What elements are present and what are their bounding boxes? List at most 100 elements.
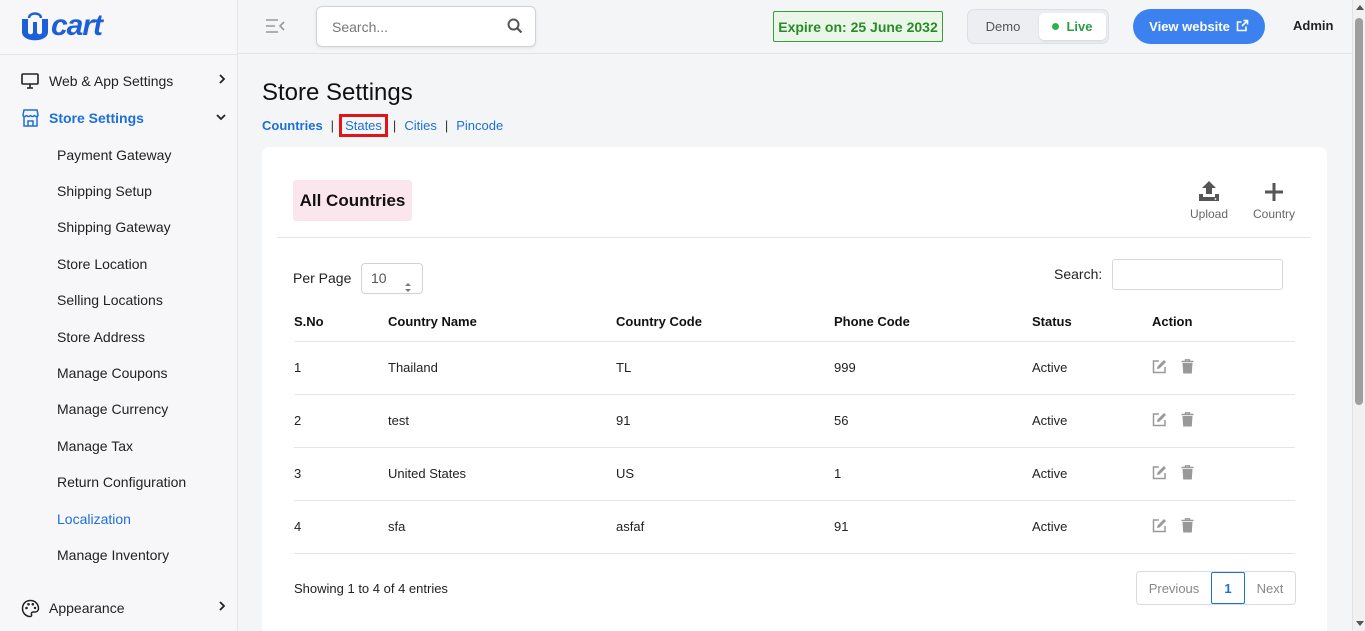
sidebar-subitem-shipping-gateway[interactable]: Shipping Gateway bbox=[57, 217, 171, 237]
collapse-menu-icon[interactable] bbox=[265, 18, 285, 34]
entries-info: Showing 1 to 4 of 4 entries bbox=[294, 581, 448, 596]
card-divider bbox=[277, 237, 1311, 238]
delete-icon[interactable] bbox=[1181, 517, 1194, 536]
column-header-action: Action bbox=[1152, 302, 1295, 342]
settings-tabs: Countries | States | Cities | Pincode bbox=[262, 114, 503, 137]
search-input[interactable] bbox=[332, 17, 492, 37]
countries-table: S.No Country Name Country Code Phone Cod… bbox=[294, 302, 1295, 554]
cell-phone-code: 1 bbox=[834, 447, 1032, 501]
cell-phone-code: 91 bbox=[834, 500, 1032, 554]
view-website-button[interactable]: View website bbox=[1133, 9, 1265, 44]
sidebar-subitem-store-location[interactable]: Store Location bbox=[57, 254, 147, 274]
sidebar-subitem-manage-currency[interactable]: Manage Currency bbox=[57, 399, 168, 419]
chevron-right-icon bbox=[218, 71, 226, 87]
page-title: Store Settings bbox=[262, 79, 413, 106]
sidebar-subitem-store-address[interactable]: Store Address bbox=[57, 327, 145, 347]
live-status-dot bbox=[1052, 23, 1060, 30]
upload-button[interactable]: Upload bbox=[1190, 178, 1228, 221]
brand-logo[interactable]: cart bbox=[20, 8, 103, 44]
sidebar-subitem-return-configuration[interactable]: Return Configuration bbox=[57, 472, 186, 492]
delete-icon[interactable] bbox=[1181, 464, 1194, 483]
global-search bbox=[316, 6, 536, 47]
pagination-previous[interactable]: Previous bbox=[1137, 572, 1211, 604]
sidebar-subitem-selling-locations[interactable]: Selling Locations bbox=[57, 290, 163, 310]
plus-icon bbox=[1264, 178, 1284, 202]
sidebar-subitem-manage-inventory[interactable]: Manage Inventory bbox=[57, 545, 169, 565]
edit-icon[interactable] bbox=[1152, 412, 1167, 430]
cell-status: Active bbox=[1032, 341, 1152, 395]
sidebar-subitem-manage-coupons[interactable]: Manage Coupons bbox=[57, 363, 168, 383]
cart-logo-icon bbox=[20, 10, 50, 42]
scroll-thumb[interactable] bbox=[1355, 18, 1363, 405]
cell-country-code: 91 bbox=[616, 394, 834, 448]
cell-sno: 2 bbox=[294, 394, 388, 448]
tab-countries[interactable]: Countries bbox=[262, 118, 323, 133]
sidebar-subitem-payment-gateway[interactable]: Payment Gateway bbox=[57, 145, 171, 165]
delete-icon[interactable] bbox=[1181, 358, 1194, 377]
cell-sno: 3 bbox=[294, 447, 388, 501]
column-header-country-name[interactable]: Country Name bbox=[388, 302, 616, 342]
sidebar-item-web-app-settings[interactable]: Web & App Settings bbox=[20, 69, 230, 93]
sidebar: cart Web & App Settings Store Settings P… bbox=[0, 0, 238, 631]
logo-text: cart bbox=[51, 9, 103, 42]
sidebar-item-store-settings[interactable]: Store Settings bbox=[20, 106, 230, 130]
tab-separator: | bbox=[444, 118, 449, 133]
upload-label: Upload bbox=[1190, 207, 1229, 221]
table-row: 3 United States US 1 Active bbox=[294, 447, 1295, 501]
cell-action bbox=[1152, 341, 1295, 395]
tab-separator: | bbox=[392, 118, 397, 133]
page-scrollbar[interactable] bbox=[1352, 0, 1365, 631]
mode-toggle: Demo Live bbox=[967, 9, 1109, 44]
table-row: 1 Thailand TL 999 Active bbox=[294, 341, 1295, 395]
sidebar-subitem-manage-tax[interactable]: Manage Tax bbox=[57, 436, 133, 456]
cell-sno: 1 bbox=[294, 341, 388, 395]
sidebar-divider bbox=[0, 54, 238, 55]
edit-icon[interactable] bbox=[1152, 359, 1167, 377]
toggle-demo[interactable]: Demo bbox=[968, 10, 1038, 43]
tab-pincode[interactable]: Pincode bbox=[456, 118, 503, 133]
user-menu[interactable]: Admin bbox=[1293, 18, 1333, 33]
view-website-label: View website bbox=[1149, 19, 1230, 34]
column-header-country-code[interactable]: Country Code bbox=[616, 302, 834, 342]
edit-icon[interactable] bbox=[1152, 518, 1167, 536]
add-country-button[interactable]: Country bbox=[1253, 178, 1295, 221]
cell-action bbox=[1152, 394, 1295, 448]
monitor-icon bbox=[20, 71, 40, 91]
sidebar-item-label: Appearance bbox=[49, 600, 125, 616]
cell-phone-code: 999 bbox=[834, 341, 1032, 395]
chevron-down-icon bbox=[216, 108, 226, 124]
cell-country-name: sfa bbox=[388, 500, 616, 554]
external-link-icon bbox=[1230, 19, 1249, 35]
cell-phone-code: 56 bbox=[834, 394, 1032, 448]
per-page-select[interactable]: 10 bbox=[361, 263, 423, 294]
toggle-live[interactable]: Live bbox=[1039, 13, 1106, 40]
delete-icon[interactable] bbox=[1181, 411, 1194, 430]
table-search-input[interactable] bbox=[1112, 259, 1283, 290]
scroll-up-arrow-icon[interactable] bbox=[1356, 5, 1364, 10]
cell-country-code: US bbox=[616, 447, 834, 501]
table-header-row: S.No Country Name Country Code Phone Cod… bbox=[294, 302, 1295, 342]
select-arrows-icon bbox=[404, 274, 412, 292]
search-icon[interactable] bbox=[507, 18, 523, 39]
tab-states[interactable]: States bbox=[339, 114, 388, 137]
column-header-phone-code[interactable]: Phone Code bbox=[834, 302, 1032, 342]
sidebar-subitem-shipping-setup[interactable]: Shipping Setup bbox=[57, 181, 152, 201]
pagination: Previous 1 Next bbox=[1136, 571, 1296, 605]
cell-sno: 4 bbox=[294, 500, 388, 554]
pagination-page-1[interactable]: 1 bbox=[1211, 572, 1245, 604]
cell-status: Active bbox=[1032, 500, 1152, 554]
column-header-status[interactable]: Status bbox=[1032, 302, 1152, 342]
scroll-down-arrow-icon[interactable] bbox=[1356, 621, 1364, 626]
table-search-label: Search: bbox=[1054, 266, 1103, 282]
cell-status: Active bbox=[1032, 447, 1152, 501]
tab-cities[interactable]: Cities bbox=[404, 118, 437, 133]
column-header-sno[interactable]: S.No bbox=[294, 302, 388, 342]
sidebar-item-appearance[interactable]: Appearance bbox=[20, 596, 230, 620]
per-page-value: 10 bbox=[371, 270, 387, 286]
sidebar-subitem-localization[interactable]: Localization bbox=[57, 509, 131, 529]
cell-action bbox=[1152, 500, 1295, 554]
cell-country-code: TL bbox=[616, 341, 834, 395]
cell-country-name: United States bbox=[388, 447, 616, 501]
pagination-next[interactable]: Next bbox=[1245, 572, 1295, 604]
edit-icon[interactable] bbox=[1152, 465, 1167, 483]
